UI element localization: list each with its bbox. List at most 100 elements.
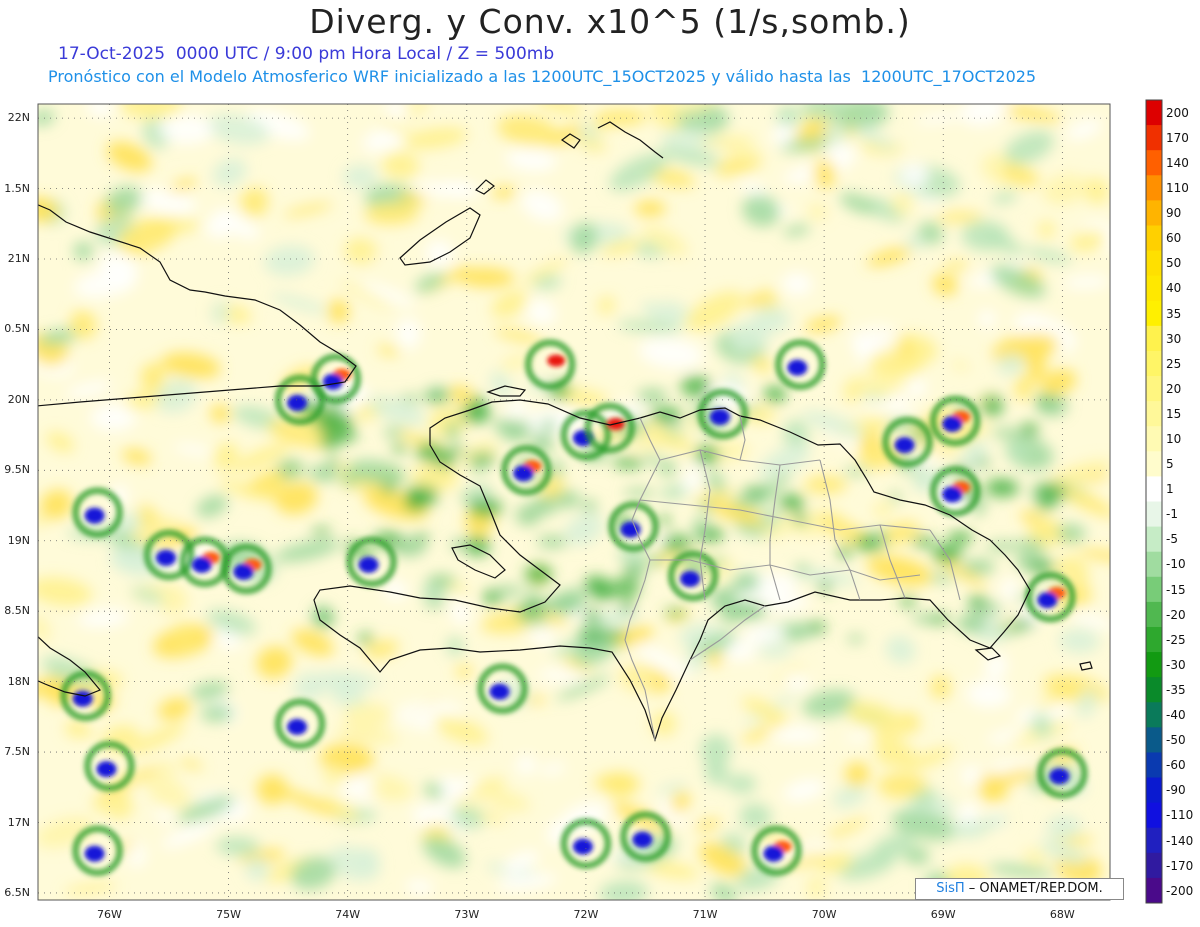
field-blob-land: [843, 468, 869, 476]
field-blob-land: [612, 578, 640, 597]
lat-tick-label: 7.5N: [4, 745, 30, 759]
field-blob-land: [425, 393, 447, 402]
field-blob-land: [956, 614, 987, 633]
lon-tick-label: 69W: [930, 908, 956, 921]
field-blob-land: [547, 594, 580, 614]
colorbar-swatch: [1146, 451, 1162, 477]
field-blob-land: [399, 394, 424, 403]
colorbar-swatch: [1146, 752, 1162, 779]
field-blob-land: [694, 444, 720, 465]
field-blob-land: [460, 492, 472, 501]
lat-tick-label: 18N: [7, 674, 30, 688]
field-blob-land: [584, 608, 598, 621]
field-blob-land: [632, 563, 643, 579]
lon-tick-label: 71W: [692, 908, 718, 921]
lat-tick-label: 1.5N: [4, 181, 30, 195]
colorbar-swatch: [1146, 476, 1162, 502]
field-blob-land: [319, 435, 340, 449]
colorbar-label: -40: [1166, 708, 1186, 723]
colorbar-swatch: [1146, 852, 1162, 879]
field-blob-land: [554, 490, 580, 508]
field-blob-land: [727, 585, 740, 598]
colorbar-label: -50: [1166, 733, 1186, 748]
colorbar-swatch: [1146, 376, 1162, 402]
colorbar-swatch: [1146, 225, 1162, 252]
colorbar-label: -15: [1166, 582, 1186, 597]
field-blob-land: [450, 447, 466, 457]
colorbar-swatch: [1146, 401, 1162, 427]
field-blob-land: [311, 527, 332, 535]
field-blob-land: [637, 389, 668, 403]
colorbar-swatch: [1146, 551, 1162, 578]
field-blob-land: [327, 457, 341, 465]
field-blob-land: [620, 598, 634, 613]
field-blob-land: [392, 443, 408, 453]
colorbar-swatch: [1146, 652, 1162, 678]
colorbar-swatch: [1146, 300, 1162, 327]
colorbar-label: 35: [1166, 306, 1182, 321]
colorbar-label: -110: [1166, 808, 1194, 823]
credit-text: – ONAMET/REP.DOM.: [968, 881, 1103, 896]
colorbar-swatch: [1146, 727, 1162, 753]
field-blob-land: [384, 427, 403, 438]
colorbar-label: 10: [1166, 432, 1182, 447]
field-blob-land: [494, 419, 515, 428]
colorbar-swatch: [1146, 200, 1162, 226]
colorbar-swatch: [1146, 601, 1162, 628]
field-blob-land: [787, 625, 805, 641]
colorbar-label: -90: [1166, 783, 1186, 798]
field-blob-land: [658, 460, 677, 476]
lon-tick-label: 70W: [811, 908, 837, 921]
colorbar-label: 110: [1166, 181, 1189, 196]
colorbar-swatch: [1146, 175, 1162, 201]
field-blob-land: [650, 407, 683, 425]
plot-area: [38, 104, 1110, 900]
colorbar-label: -20: [1166, 607, 1186, 622]
field-blob-land: [537, 535, 568, 548]
colorbar-swatch: [1146, 702, 1162, 728]
field-blob: [634, 200, 666, 217]
lon-tick-label: 76W: [97, 908, 122, 921]
field-blob-land: [541, 419, 556, 432]
colorbar-label: 140: [1166, 155, 1189, 170]
colorbar-label: -200: [1166, 883, 1194, 898]
field-blob-land: [512, 606, 542, 614]
lon-tick-label: 72W: [573, 908, 599, 921]
field-blob: [396, 317, 421, 350]
field-blob-land: [518, 613, 549, 625]
field-blob-land: [763, 385, 787, 403]
colorbar-label: 200: [1166, 105, 1189, 120]
colorbar-swatch: [1146, 677, 1162, 703]
field-blob-land: [623, 488, 655, 497]
colorbar-label: 90: [1166, 206, 1182, 221]
lon-tick-label: 68W: [1049, 908, 1075, 921]
field-blob-land: [795, 564, 810, 574]
lon-tick-label: 73W: [454, 908, 480, 921]
field-blob-land: [931, 544, 963, 563]
lon-tick-label: 74W: [335, 908, 361, 921]
lat-tick-label: 21N: [7, 251, 30, 265]
field-blob-land: [998, 625, 1022, 635]
field-blob: [804, 475, 847, 494]
field-blob-land: [712, 485, 727, 494]
colorbar-label: 20: [1166, 381, 1182, 396]
field-blob-land: [381, 486, 397, 494]
field-blob-land: [469, 453, 497, 463]
field-blob-land: [342, 472, 357, 487]
field-blob-land: [912, 536, 936, 547]
colorbar-swatch: [1146, 350, 1162, 377]
field-blob-land: [990, 428, 1025, 438]
field-blob-land: [742, 487, 768, 497]
colorbar-label: -25: [1166, 632, 1186, 647]
divergence-map: [37, 99, 1163, 904]
field-blob-land: [581, 499, 598, 513]
field-blob-land: [818, 581, 832, 593]
field-blob-land: [975, 459, 991, 467]
field-blob-land: [414, 533, 430, 541]
colorbar-label: -30: [1166, 657, 1186, 672]
colorbar-swatch: [1146, 275, 1162, 302]
field-blob-land: [929, 573, 954, 582]
field-blob-land: [736, 605, 766, 620]
field-blob-land: [531, 496, 558, 515]
field-blob-land: [494, 585, 524, 596]
